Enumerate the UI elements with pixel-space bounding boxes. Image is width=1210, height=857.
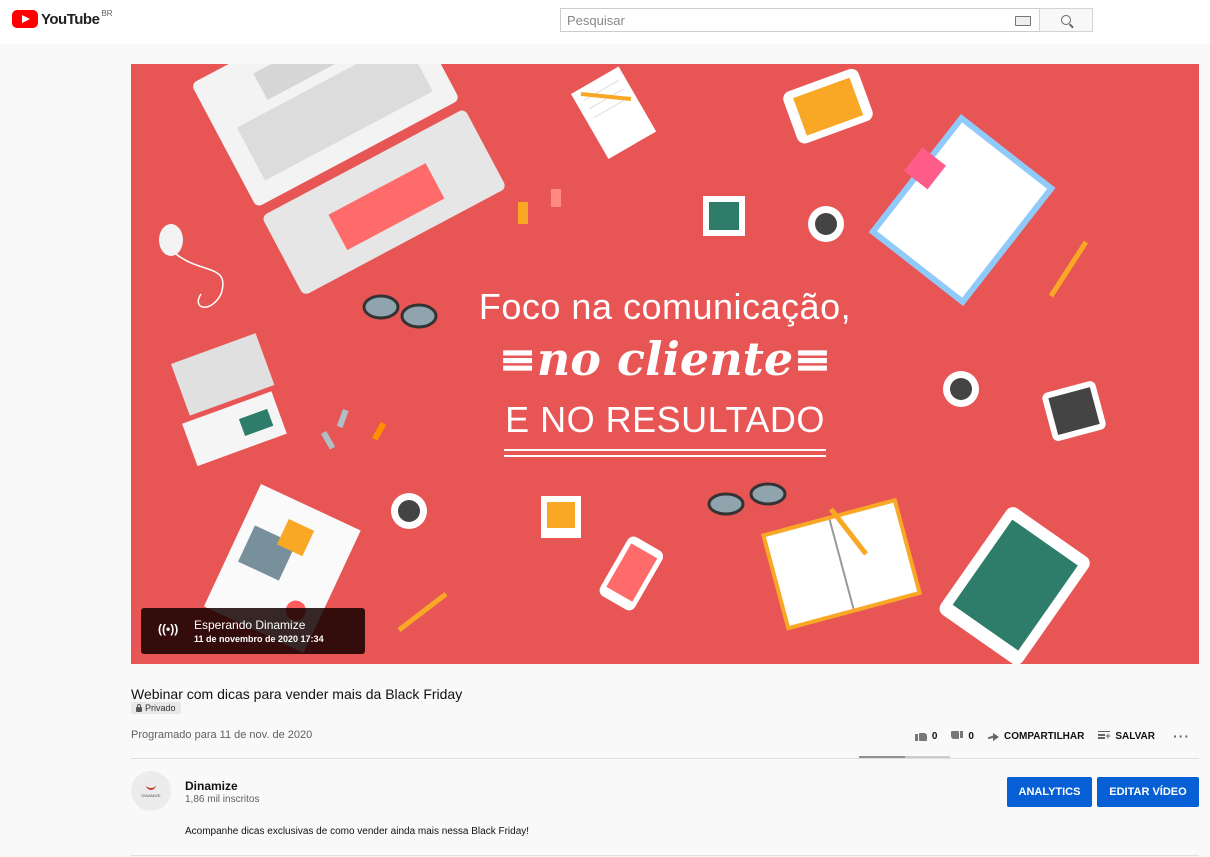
privacy-badge: Privado: [131, 702, 181, 714]
share-label: COMPARTILHAR: [1003, 730, 1085, 742]
headline-underline: [504, 455, 826, 457]
analytics-button[interactable]: ANALYTICS: [1007, 777, 1092, 807]
premiere-date: 11 de novembro de 2020 17:34: [194, 634, 324, 644]
playlist-add-icon: [1098, 731, 1111, 741]
headline-line-3: E NO RESULTADO: [505, 399, 825, 440]
youtube-play-icon: [12, 10, 38, 28]
waiting-label: Esperando Dinamize: [194, 618, 306, 632]
divider: [131, 855, 1199, 856]
youtube-logo[interactable]: YouTube BR: [12, 8, 113, 28]
search-icon: [1061, 15, 1071, 25]
privacy-label: Privado: [145, 703, 176, 713]
scheduled-date: Programado para 11 de nov. de 2020: [131, 729, 313, 741]
subscriber-count: 1,86 mil inscritos: [185, 794, 260, 805]
like-count: 0: [931, 730, 938, 742]
thumbnail-headline: Foco na comunicação, ≡no cliente≡ E NO R…: [131, 64, 1199, 664]
divider: [131, 758, 1199, 759]
headline-line-1: Foco na comunicação,: [478, 286, 852, 327]
save-button[interactable]: SALVAR: [1098, 731, 1155, 742]
share-button[interactable]: COMPARTILHAR: [988, 731, 1084, 742]
share-icon: [988, 732, 999, 741]
video-actions: 0 0 COMPARTILHAR SALVAR ···: [901, 728, 1190, 744]
premiere-badge: ((•)) Esperando Dinamize 11 de novembro …: [141, 608, 365, 654]
lock-icon: [136, 703, 142, 712]
video-title: Webinar com dicas para vender mais da Bl…: [131, 686, 463, 702]
top-bar: YouTube BR: [0, 0, 1210, 44]
headline-line-2: ≡no cliente≡: [498, 332, 832, 386]
edit-video-button[interactable]: EDITAR VÍDEO: [1097, 777, 1199, 807]
video-player[interactable]: Foco na comunicação, ≡no cliente≡ E NO R…: [131, 64, 1199, 664]
thumbs-down-icon: [951, 731, 963, 741]
channel-name[interactable]: Dinamize: [185, 779, 238, 793]
logo-text: YouTube: [41, 10, 100, 28]
avatar-text: DINAMIZE: [141, 793, 161, 798]
video-description: Acompanhe dicas exclusivas de como vende…: [185, 826, 530, 837]
dislike-count: 0: [968, 730, 974, 742]
channel-avatar[interactable]: DINAMIZE: [131, 771, 171, 811]
search-input[interactable]: [560, 8, 1039, 32]
search-button[interactable]: [1039, 8, 1093, 32]
thumbs-up-icon: [914, 731, 927, 741]
dislike-button[interactable]: 0: [951, 731, 974, 742]
dinamize-logo-mark: [146, 783, 156, 790]
save-label: SALVAR: [1115, 730, 1155, 742]
headline-underline: [504, 449, 826, 451]
country-code: BR: [101, 8, 113, 18]
keyboard-icon[interactable]: [1015, 16, 1031, 26]
more-actions-icon[interactable]: ···: [1173, 728, 1190, 744]
like-button[interactable]: 0: [914, 730, 938, 742]
broadcast-icon: ((•)): [158, 622, 179, 636]
search-bar: [560, 8, 1093, 32]
